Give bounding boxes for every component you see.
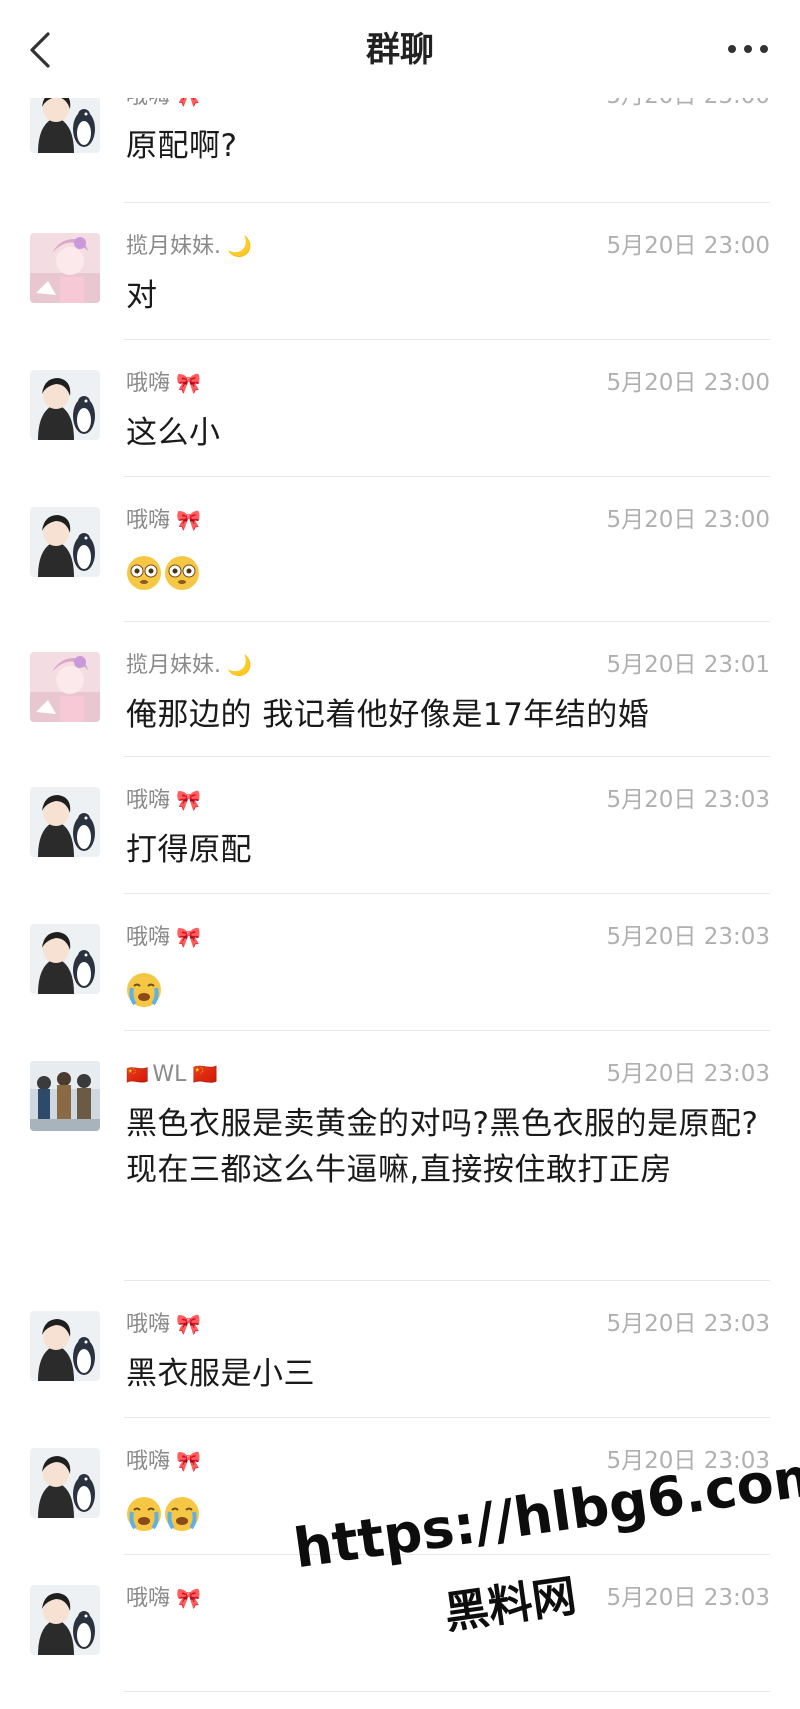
message-text: 黑衣服是小三: [126, 1356, 315, 1392]
message-item[interactable]: 🇨🇳 WL 🇨🇳 5月20日 23:03 黑色衣服是卖黄金的对吗?黑色衣服的是原配?现在…: [0, 1031, 800, 1281]
bow-icon: 🎀: [176, 371, 201, 395]
avatar[interactable]: [30, 924, 100, 994]
message-timestamp: 5月20日 23:03: [606, 924, 771, 950]
sender-name: 哦嗨🎀: [126, 1307, 201, 1342]
message-timestamp: 5月20日 23:01: [606, 652, 771, 678]
sender-name-text: 哦嗨: [126, 925, 171, 950]
message-item[interactable]: 哦嗨 🎀 5月20日 23:03: [0, 1418, 800, 1555]
flag-icon: 🇨🇳: [192, 1062, 218, 1086]
message-text: 对: [126, 278, 158, 314]
message-item[interactable]: 哦嗨 🎀 5月20日 23:03: [0, 894, 800, 1031]
message-text: 黑色衣服是卖黄金的对吗?黑色衣服的是原配?现在三都这么牛逼嘛,直接按住敢打正房: [126, 1106, 759, 1188]
sender-name: 哦嗨🎀: [126, 366, 201, 401]
avatar[interactable]: [30, 787, 100, 857]
sender-name-text: 哦嗨: [126, 1586, 171, 1611]
sender-name: 哦嗨🎀: [126, 1581, 201, 1616]
message-text: 这么小: [126, 415, 221, 451]
message-timestamp: 5月20日 23:00: [607, 98, 771, 113]
bow-icon: 🎀: [176, 925, 201, 949]
bow-icon: 🎀: [176, 1449, 201, 1473]
flushed-emoji-icon: [127, 555, 161, 590]
message-timestamp: 5月20日 23:03: [606, 1061, 771, 1087]
avatar[interactable]: [30, 1585, 100, 1655]
sender-name: 哦嗨🎀: [126, 783, 201, 818]
avatar[interactable]: [30, 233, 100, 303]
message-timestamp: 5月20日 23:03: [606, 1311, 771, 1337]
message-timestamp: 5月20日 23:03: [606, 787, 771, 813]
avatar[interactable]: [30, 507, 100, 577]
sender-name: 哦嗨🎀: [126, 503, 201, 538]
sender-name-text: 揽月妹妹.: [126, 234, 221, 259]
sender-name-text: WL: [152, 1062, 187, 1087]
sender-name-text: 哦嗨: [126, 1312, 171, 1337]
message-item[interactable]: 哦嗨 🎀 5月20日 23:03: [0, 1555, 800, 1692]
bow-icon: 🎀: [176, 508, 201, 532]
sender-name-text: 哦嗨: [126, 371, 171, 396]
message-emoji: [126, 551, 202, 591]
message-list[interactable]: 哦嗨🎀5月20日 23:00原配啊?揽月妹妹.🌙5月20日 23:00对哦嗨🎀5…: [0, 98, 800, 1709]
avatar[interactable]: [30, 1311, 100, 1381]
message-text: 俺那边的 我记着他好像是17年结的婚: [126, 697, 650, 733]
avatar[interactable]: [30, 370, 100, 440]
message-emoji: [126, 968, 164, 1008]
sender-name-text: 哦嗨: [126, 508, 171, 533]
message-item[interactable]: 哦嗨 🎀 5月20日 23:00: [0, 477, 800, 622]
message-item[interactable]: 哦嗨 🎀 5月20日 23:03 打得原配: [0, 757, 800, 894]
avatar[interactable]: [30, 1061, 100, 1131]
message-timestamp: 5月20日 23:00: [606, 507, 771, 533]
sender-name: 哦嗨🎀: [126, 1444, 201, 1479]
more-button[interactable]: [726, 32, 770, 66]
sender-name: 揽月妹妹. 🌙: [126, 229, 252, 264]
message-text: 打得原配: [126, 832, 252, 868]
moon-icon: 🌙: [227, 653, 252, 677]
message-emoji: [126, 1492, 202, 1532]
moon-icon: 🌙: [227, 234, 252, 258]
message-timestamp: 5月20日 23:00: [606, 370, 771, 396]
more-horizontal-icon: [728, 45, 768, 53]
sender-name-text: 哦嗨: [126, 788, 171, 813]
sender-name-text: 揽月妹妹.: [126, 653, 221, 678]
bow-icon: 🎀: [176, 98, 201, 113]
message-timestamp: 5月20日 23:03: [606, 1448, 771, 1474]
sender-name: 哦嗨 🎀: [126, 98, 201, 114]
crying-emoji-icon: [127, 1496, 161, 1531]
message-text: 原配啊?: [126, 128, 238, 164]
bow-icon: 🎀: [176, 788, 201, 812]
message-timestamp: 5月20日 23:00: [606, 233, 771, 259]
page-title: 群聊: [366, 30, 434, 70]
avatar[interactable]: [30, 98, 100, 153]
message-item[interactable]: 哦嗨 🎀 5月20日 23:00 这么小: [0, 340, 800, 477]
message-item[interactable]: 哦嗨 🎀 5月20日 23:03 黑衣服是小三: [0, 1281, 800, 1418]
message-item[interactable]: 揽月妹妹. 🌙 5月20日 23:01 俺那边的 我记着他好像是17年结的婚: [0, 622, 800, 757]
message-item[interactable]: 揽月妹妹. 🌙 5月20日 23:00 对: [0, 203, 800, 340]
top-bar: 群聊: [0, 0, 800, 98]
bow-icon: 🎀: [176, 1586, 201, 1610]
avatar[interactable]: [30, 1448, 100, 1518]
sender-name-text: 哦嗨: [126, 98, 170, 109]
crying-emoji-icon: [127, 972, 161, 1007]
sender-name: 揽月妹妹. 🌙: [126, 648, 252, 683]
avatar[interactable]: [30, 652, 100, 722]
message-item[interactable]: 哦嗨 🎀 5月20日 23:00 原配啊?: [0, 98, 800, 203]
sender-name: 🇨🇳 WL 🇨🇳: [126, 1057, 217, 1093]
sender-name: 哦嗨🎀: [126, 920, 201, 955]
sender-name-text: 哦嗨: [126, 1449, 171, 1474]
message-timestamp: 5月20日 23:03: [606, 1585, 771, 1611]
flag-icon: 🇨🇳: [126, 1065, 149, 1086]
flushed-emoji-icon: [165, 555, 199, 590]
crying-emoji-icon: [165, 1496, 199, 1531]
bow-icon: 🎀: [176, 1312, 201, 1336]
